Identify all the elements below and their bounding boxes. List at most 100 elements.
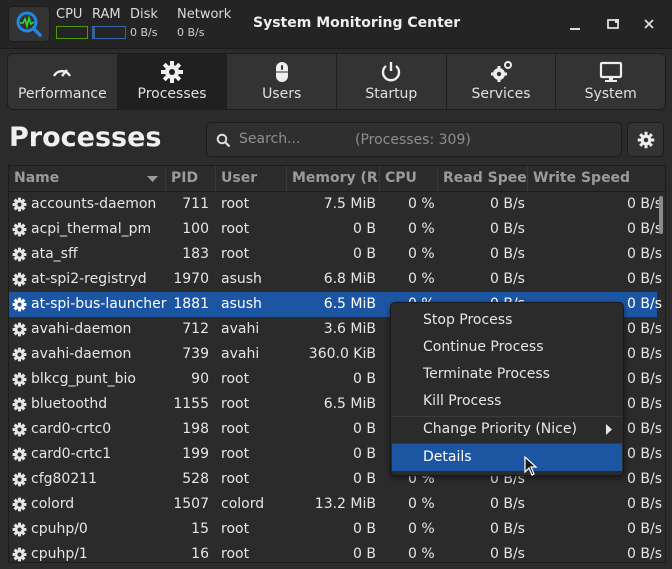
column-header-pid[interactable]: PID: [166, 166, 216, 191]
search-box[interactable]: (Processes: 309): [206, 122, 622, 157]
process-write-speed: 0 B/s: [627, 521, 662, 537]
settings-button[interactable]: [627, 122, 664, 157]
process-pid: 1155: [173, 396, 209, 412]
close-button[interactable]: [637, 12, 661, 36]
process-gear-icon: [12, 222, 27, 237]
process-count: (Processes: 309): [355, 132, 471, 148]
minimize-button[interactable]: [563, 12, 587, 36]
column-header-cpu[interactable]: CPU: [380, 166, 438, 191]
menu-item-stop-process[interactable]: Stop Process: [392, 307, 622, 334]
tab-processes[interactable]: Processes: [117, 54, 228, 109]
process-write-speed: 0 B/s: [627, 346, 662, 362]
table-row[interactable]: cpuhp/0 15 root 0 B 0 % 0 B/s 0 B/s: [9, 517, 662, 542]
process-write-speed: 0 B/s: [627, 371, 662, 387]
maximize-button[interactable]: [601, 12, 625, 36]
vertical-scrollbar[interactable]: [659, 196, 663, 234]
column-header-name[interactable]: Name: [9, 166, 166, 191]
tab-label: Users: [262, 86, 302, 102]
disk-speed: 0 B/s: [130, 26, 158, 39]
process-name: cpuhp/1: [31, 546, 88, 562]
process-user: avahi: [221, 321, 260, 337]
process-write-speed: 0 B/s: [627, 221, 662, 237]
ram-label: RAM: [92, 7, 121, 22]
process-write-speed: 0 B/s: [627, 271, 662, 287]
process-user: root: [221, 371, 250, 387]
submenu-arrow-icon: [606, 424, 612, 435]
table-row[interactable]: accounts-daemon 711 root 7.5 MiB 0 % 0 B/s 0 B…: [9, 192, 662, 217]
process-memory: 0 B: [353, 521, 376, 537]
search-input[interactable]: [237, 130, 351, 148]
column-header-memory[interactable]: Memory (RSS): [287, 166, 380, 191]
table-header: Name PID User Memory (RSS) CPU Read Spee…: [9, 166, 665, 192]
gauge-icon: [53, 69, 72, 77]
process-memory: 0 B: [353, 246, 376, 262]
table-row[interactable]: ata_sff 183 root 0 B 0 % 0 B/s 0 B/s: [9, 242, 662, 267]
process-name: avahi-daemon: [31, 321, 132, 337]
process-write-speed: 0 B/s: [627, 496, 662, 512]
menu-item-details[interactable]: Details: [392, 444, 622, 471]
tab-services[interactable]: Services: [446, 54, 557, 109]
context-menu: Stop Process Continue Process Terminate …: [390, 302, 624, 476]
table-row[interactable]: at-spi2-registryd 1970 asush 6.8 MiB 0 % 0 B/…: [9, 267, 662, 292]
process-user: root: [221, 446, 250, 462]
process-pid: 198: [182, 421, 209, 437]
table-row[interactable]: colord 1507 colord 13.2 MiB 0 % 0 B/s 0 B/s: [9, 492, 662, 517]
process-write-speed: 0 B/s: [627, 546, 662, 562]
process-user: colord: [221, 496, 265, 512]
title-bar: CPU RAM Disk Network 0 B/s 0 B/s System …: [0, 0, 672, 49]
monitor-icon: [599, 61, 622, 82]
tab-startup[interactable]: Startup: [337, 54, 447, 109]
search-icon: [216, 133, 231, 148]
process-name: cfg80211: [31, 471, 98, 487]
process-cpu: 0 %: [408, 221, 435, 237]
process-pid: 100: [182, 221, 209, 237]
process-pid: 528: [182, 471, 209, 487]
process-user: avahi: [221, 346, 260, 362]
process-user: root: [221, 546, 250, 562]
process-gear-icon: [12, 322, 27, 337]
sort-descending-icon: [147, 176, 158, 182]
column-header-user[interactable]: User: [216, 166, 287, 191]
process-memory: 13.2 MiB: [314, 496, 376, 512]
process-name: bluetoothd: [31, 396, 108, 412]
menu-item-change-priority[interactable]: Change Priority (Nice): [392, 416, 622, 443]
process-read-speed: 0 B/s: [490, 521, 525, 537]
process-pid: 15: [191, 521, 209, 537]
process-read-speed: 0 B/s: [490, 546, 525, 562]
process-cpu: 0 %: [408, 196, 435, 212]
menu-item-continue-process[interactable]: Continue Process: [392, 334, 622, 361]
mouse-icon: [275, 62, 288, 82]
process-cpu: 0 %: [408, 546, 435, 562]
process-pid: 183: [182, 246, 209, 262]
table-row[interactable]: acpi_thermal_pm 100 root 0 B 0 % 0 B/s 0 B/s: [9, 217, 662, 242]
tab-label: Services: [471, 86, 531, 102]
app-logo-icon: [8, 6, 50, 42]
disk-label: Disk: [130, 7, 158, 22]
process-pid: 711: [182, 196, 209, 212]
process-gear-icon: [12, 347, 27, 362]
tab-users[interactable]: Users: [227, 54, 338, 109]
process-user: asush: [221, 296, 262, 312]
table-row[interactable]: cpuhp/1 16 root 0 B 0 % 0 B/s 0 B/s: [9, 542, 662, 562]
process-memory: 0 B: [353, 221, 376, 237]
column-header-write-speed[interactable]: Write Speed: [528, 166, 665, 191]
process-user: root: [221, 396, 250, 412]
process-cpu: 0 %: [408, 521, 435, 537]
tab-performance[interactable]: Performance: [8, 54, 118, 109]
process-cpu: 0 %: [408, 246, 435, 262]
gears-icon: [491, 61, 513, 82]
menu-item-terminate-process[interactable]: Terminate Process: [392, 361, 622, 388]
tab-system[interactable]: System: [556, 54, 665, 109]
menu-item-kill-process[interactable]: Kill Process: [392, 388, 622, 415]
ram-usage-bar: [92, 26, 126, 39]
process-cpu: 0 %: [408, 271, 435, 287]
process-gear-icon: [12, 447, 27, 462]
main-tab-bar: Performance Processes Users Startup Serv…: [7, 53, 666, 110]
process-pid: 1507: [173, 496, 209, 512]
column-header-read-speed[interactable]: Read Speed: [438, 166, 528, 191]
process-name: accounts-daemon: [31, 196, 157, 212]
process-memory: 6.5 MiB: [323, 396, 376, 412]
process-pid: 1970: [173, 271, 209, 287]
process-pid: 199: [182, 446, 209, 462]
gear-icon: [637, 131, 654, 148]
